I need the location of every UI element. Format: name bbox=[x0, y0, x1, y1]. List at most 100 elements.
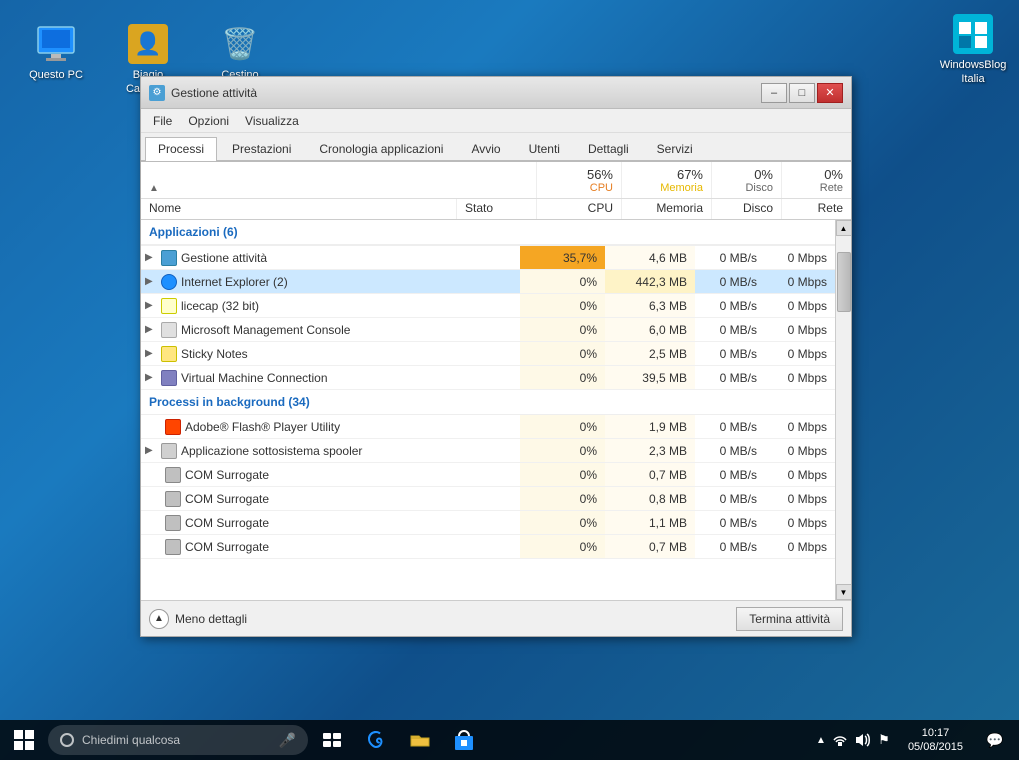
net-label: Rete bbox=[820, 182, 843, 194]
volume-tray-icon[interactable] bbox=[854, 732, 870, 748]
expand-icon[interactable]: ▶ bbox=[145, 252, 157, 263]
microphone-icon[interactable]: 🎤 bbox=[279, 732, 296, 749]
expand-icon[interactable]: ▶ bbox=[145, 445, 157, 456]
table-row[interactable]: COM Surrogate 0% 0,8 MB 0 MB/s 0 Mbps bbox=[141, 487, 835, 511]
th-rete[interactable]: 0% Rete bbox=[781, 162, 851, 198]
name-cell: ▶ Applicazione sottosistema spooler bbox=[141, 439, 440, 462]
maximize-button[interactable]: □ bbox=[789, 83, 815, 103]
stato-cell bbox=[440, 294, 520, 317]
desktop-icon-winblog[interactable]: WindowsBlog Italia bbox=[937, 10, 1009, 91]
net-cell: 0 Mbps bbox=[765, 511, 835, 534]
process-name: COM Surrogate bbox=[185, 540, 269, 554]
less-details-label: Meno dettagli bbox=[175, 612, 247, 626]
th-cpu[interactable]: 56% CPU bbox=[536, 162, 621, 198]
table-row[interactable]: ▶ Virtual Machine Connection 0% 39,5 MB … bbox=[141, 366, 835, 390]
scrollbar[interactable]: ▲ ▼ bbox=[835, 220, 851, 600]
system-clock[interactable]: 10:17 05/08/2015 bbox=[900, 726, 971, 755]
name-cell: COM Surrogate bbox=[141, 487, 440, 510]
table-row[interactable]: ▶ Microsoft Management Console 0% 6,0 MB… bbox=[141, 318, 835, 342]
recycle-icon: 🗑️ bbox=[220, 24, 260, 64]
tab-prestazioni[interactable]: Prestazioni bbox=[219, 137, 304, 160]
tab-servizi[interactable]: Servizi bbox=[644, 137, 706, 160]
cpu-cell: 0% bbox=[520, 415, 605, 438]
th-memoria[interactable]: 67% Memoria bbox=[621, 162, 711, 198]
tab-cronologia[interactable]: Cronologia applicazioni bbox=[306, 137, 456, 160]
file-explorer-button[interactable] bbox=[400, 720, 440, 760]
tab-processi[interactable]: Processi bbox=[145, 137, 217, 161]
table-row[interactable]: ▶ Sticky Notes 0% 2,5 MB 0 MB/s 0 Mbps bbox=[141, 342, 835, 366]
col-nome[interactable]: Nome bbox=[141, 199, 456, 219]
desktop-icon-questo-pc[interactable]: Questo PC bbox=[20, 20, 92, 101]
edge-button[interactable] bbox=[356, 720, 396, 760]
col-cpu[interactable]: CPU bbox=[536, 199, 621, 219]
terminate-button[interactable]: Termina attività bbox=[736, 607, 843, 631]
less-details-button[interactable]: ▲ Meno dettagli bbox=[149, 609, 247, 629]
mem-cell: 0,8 MB bbox=[605, 487, 695, 510]
notification-button[interactable]: 💬 bbox=[975, 720, 1015, 760]
table-row[interactable]: ▶ Gestione attività 35,7% 4,6 MB 0 MB/s … bbox=[141, 246, 835, 270]
menu-opzioni[interactable]: Opzioni bbox=[180, 112, 237, 130]
net-cell: 0 Mbps bbox=[765, 246, 835, 269]
scroll-down-arrow[interactable]: ▼ bbox=[836, 584, 852, 600]
clock-time: 10:17 bbox=[908, 726, 963, 740]
name-cell: COM Surrogate bbox=[141, 511, 440, 534]
start-button[interactable] bbox=[4, 720, 44, 760]
window-controls: – □ ✕ bbox=[761, 83, 843, 103]
tab-utenti[interactable]: Utenti bbox=[516, 137, 573, 160]
cpu-cell: 0% bbox=[520, 270, 605, 293]
scroll-up-arrow[interactable]: ▲ bbox=[836, 220, 852, 236]
net-cell: 0 Mbps bbox=[765, 366, 835, 389]
expand-icon[interactable]: ▶ bbox=[145, 348, 157, 359]
network-tray-icon[interactable] bbox=[832, 732, 848, 748]
windows-logo bbox=[14, 730, 34, 750]
expand-icon[interactable]: ▶ bbox=[145, 324, 157, 335]
mem-cell: 2,5 MB bbox=[605, 342, 695, 365]
table-row[interactable]: ▶ Internet Explorer (2) 0% 442,3 MB 0 MB… bbox=[141, 270, 835, 294]
tabs-bar: Processi Prestazioni Cronologia applicaz… bbox=[141, 133, 851, 161]
col-memoria[interactable]: Memoria bbox=[621, 199, 711, 219]
table-row[interactable]: ▶ Applicazione sottosistema spooler 0% 2… bbox=[141, 439, 835, 463]
process-icon bbox=[161, 346, 177, 362]
tab-dettagli[interactable]: Dettagli bbox=[575, 137, 642, 160]
process-name: COM Surrogate bbox=[185, 468, 269, 482]
name-cell: ▶ licecap (32 bit) bbox=[141, 294, 440, 317]
cpu-cell: 0% bbox=[520, 294, 605, 317]
flag-tray-icon[interactable]: ⚑ bbox=[876, 732, 892, 748]
show-hidden-icons[interactable]: ▲ bbox=[816, 735, 826, 746]
col-stato[interactable]: Stato bbox=[456, 199, 536, 219]
col-disco[interactable]: Disco bbox=[711, 199, 781, 219]
menu-file[interactable]: File bbox=[145, 112, 180, 130]
name-cell: ▶ Microsoft Management Console bbox=[141, 318, 440, 341]
menu-bar: File Opzioni Visualizza bbox=[141, 109, 851, 133]
section-title-background: Processi in background (34) bbox=[141, 390, 835, 414]
clock-date: 05/08/2015 bbox=[908, 740, 963, 754]
mem-cell: 2,3 MB bbox=[605, 439, 695, 462]
cpu-cell: 0% bbox=[520, 487, 605, 510]
menu-visualizza[interactable]: Visualizza bbox=[237, 112, 307, 130]
table-row[interactable]: COM Surrogate 0% 0,7 MB 0 MB/s 0 Mbps bbox=[141, 535, 835, 559]
scrollbar-thumb[interactable] bbox=[837, 252, 851, 312]
process-icon bbox=[165, 539, 181, 555]
table-row[interactable]: ▶ licecap (32 bit) 0% 6,3 MB 0 MB/s 0 Mb… bbox=[141, 294, 835, 318]
expand-icon[interactable]: ▶ bbox=[145, 276, 157, 287]
expand-icon[interactable]: ▶ bbox=[145, 372, 157, 383]
minimize-button[interactable]: – bbox=[761, 83, 787, 103]
cpu-label: CPU bbox=[590, 182, 613, 194]
tab-avvio[interactable]: Avvio bbox=[458, 137, 513, 160]
taskbar: Chiedimi qualcosa 🎤 bbox=[0, 720, 1019, 760]
name-cell: ▶ Internet Explorer (2) bbox=[141, 270, 440, 293]
stato-cell bbox=[440, 366, 520, 389]
close-button[interactable]: ✕ bbox=[817, 83, 843, 103]
process-icon bbox=[161, 370, 177, 386]
cpu-cell: 0% bbox=[520, 318, 605, 341]
th-disco[interactable]: 0% Disco bbox=[711, 162, 781, 198]
expand-icon[interactable]: ▶ bbox=[145, 300, 157, 311]
store-button[interactable] bbox=[444, 720, 484, 760]
table-row[interactable]: Adobe® Flash® Player Utility 0% 1,9 MB 0… bbox=[141, 415, 835, 439]
col-rete[interactable]: Rete bbox=[781, 199, 851, 219]
table-row[interactable]: COM Surrogate 0% 0,7 MB 0 MB/s 0 Mbps bbox=[141, 463, 835, 487]
search-bar[interactable]: Chiedimi qualcosa 🎤 bbox=[48, 725, 308, 755]
task-view-button[interactable] bbox=[312, 720, 352, 760]
table-row[interactable]: COM Surrogate 0% 1,1 MB 0 MB/s 0 Mbps bbox=[141, 511, 835, 535]
disk-cell: 0 MB/s bbox=[695, 294, 765, 317]
